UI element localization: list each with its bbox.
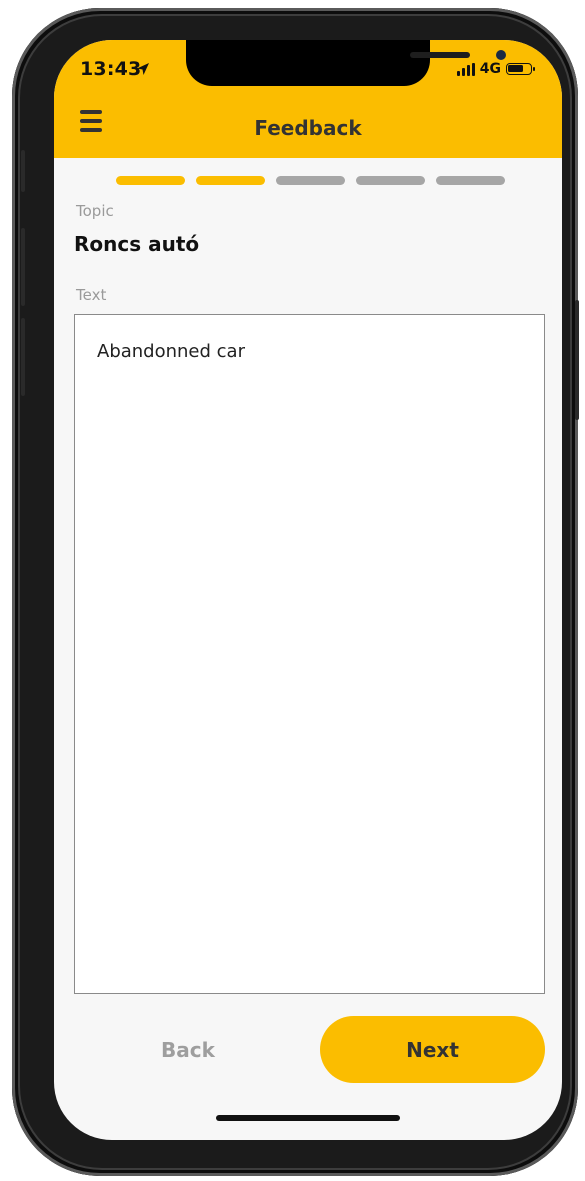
topic-value: Roncs autó: [74, 232, 200, 256]
signal-icon: [456, 62, 475, 76]
progress-steps: [116, 176, 505, 185]
status-right: 4G: [456, 61, 535, 77]
battery-icon: [506, 63, 535, 75]
front-camera: [496, 50, 506, 60]
feedback-text-input[interactable]: Abandonned car: [74, 314, 545, 994]
battery-fill: [508, 65, 523, 72]
earpiece-speaker: [410, 52, 470, 58]
volume-up-button: [21, 228, 25, 306]
volume-down-button: [21, 318, 25, 396]
battery-tip: [533, 67, 535, 71]
progress-step: [276, 176, 345, 185]
progress-step: [196, 176, 265, 185]
page-title: Feedback: [254, 116, 362, 140]
progress-step: [436, 176, 505, 185]
phone-screen: 13:43 4G Feedback Topic Roncs autó Text …: [54, 40, 562, 1140]
notch: [186, 40, 506, 86]
next-button[interactable]: Next: [320, 1016, 545, 1083]
location-arrow-icon: [137, 63, 149, 75]
back-button[interactable]: Back: [128, 1018, 248, 1082]
topic-label: Topic: [76, 202, 114, 220]
home-indicator[interactable]: [216, 1115, 400, 1121]
app-header: 13:43 4G Feedback: [54, 40, 562, 158]
progress-step: [116, 176, 185, 185]
mute-switch: [21, 150, 25, 192]
progress-step: [356, 176, 425, 185]
power-button: [575, 300, 579, 420]
text-label: Text: [76, 286, 107, 304]
network-type: 4G: [479, 61, 501, 77]
status-time: 13:43: [80, 58, 142, 80]
